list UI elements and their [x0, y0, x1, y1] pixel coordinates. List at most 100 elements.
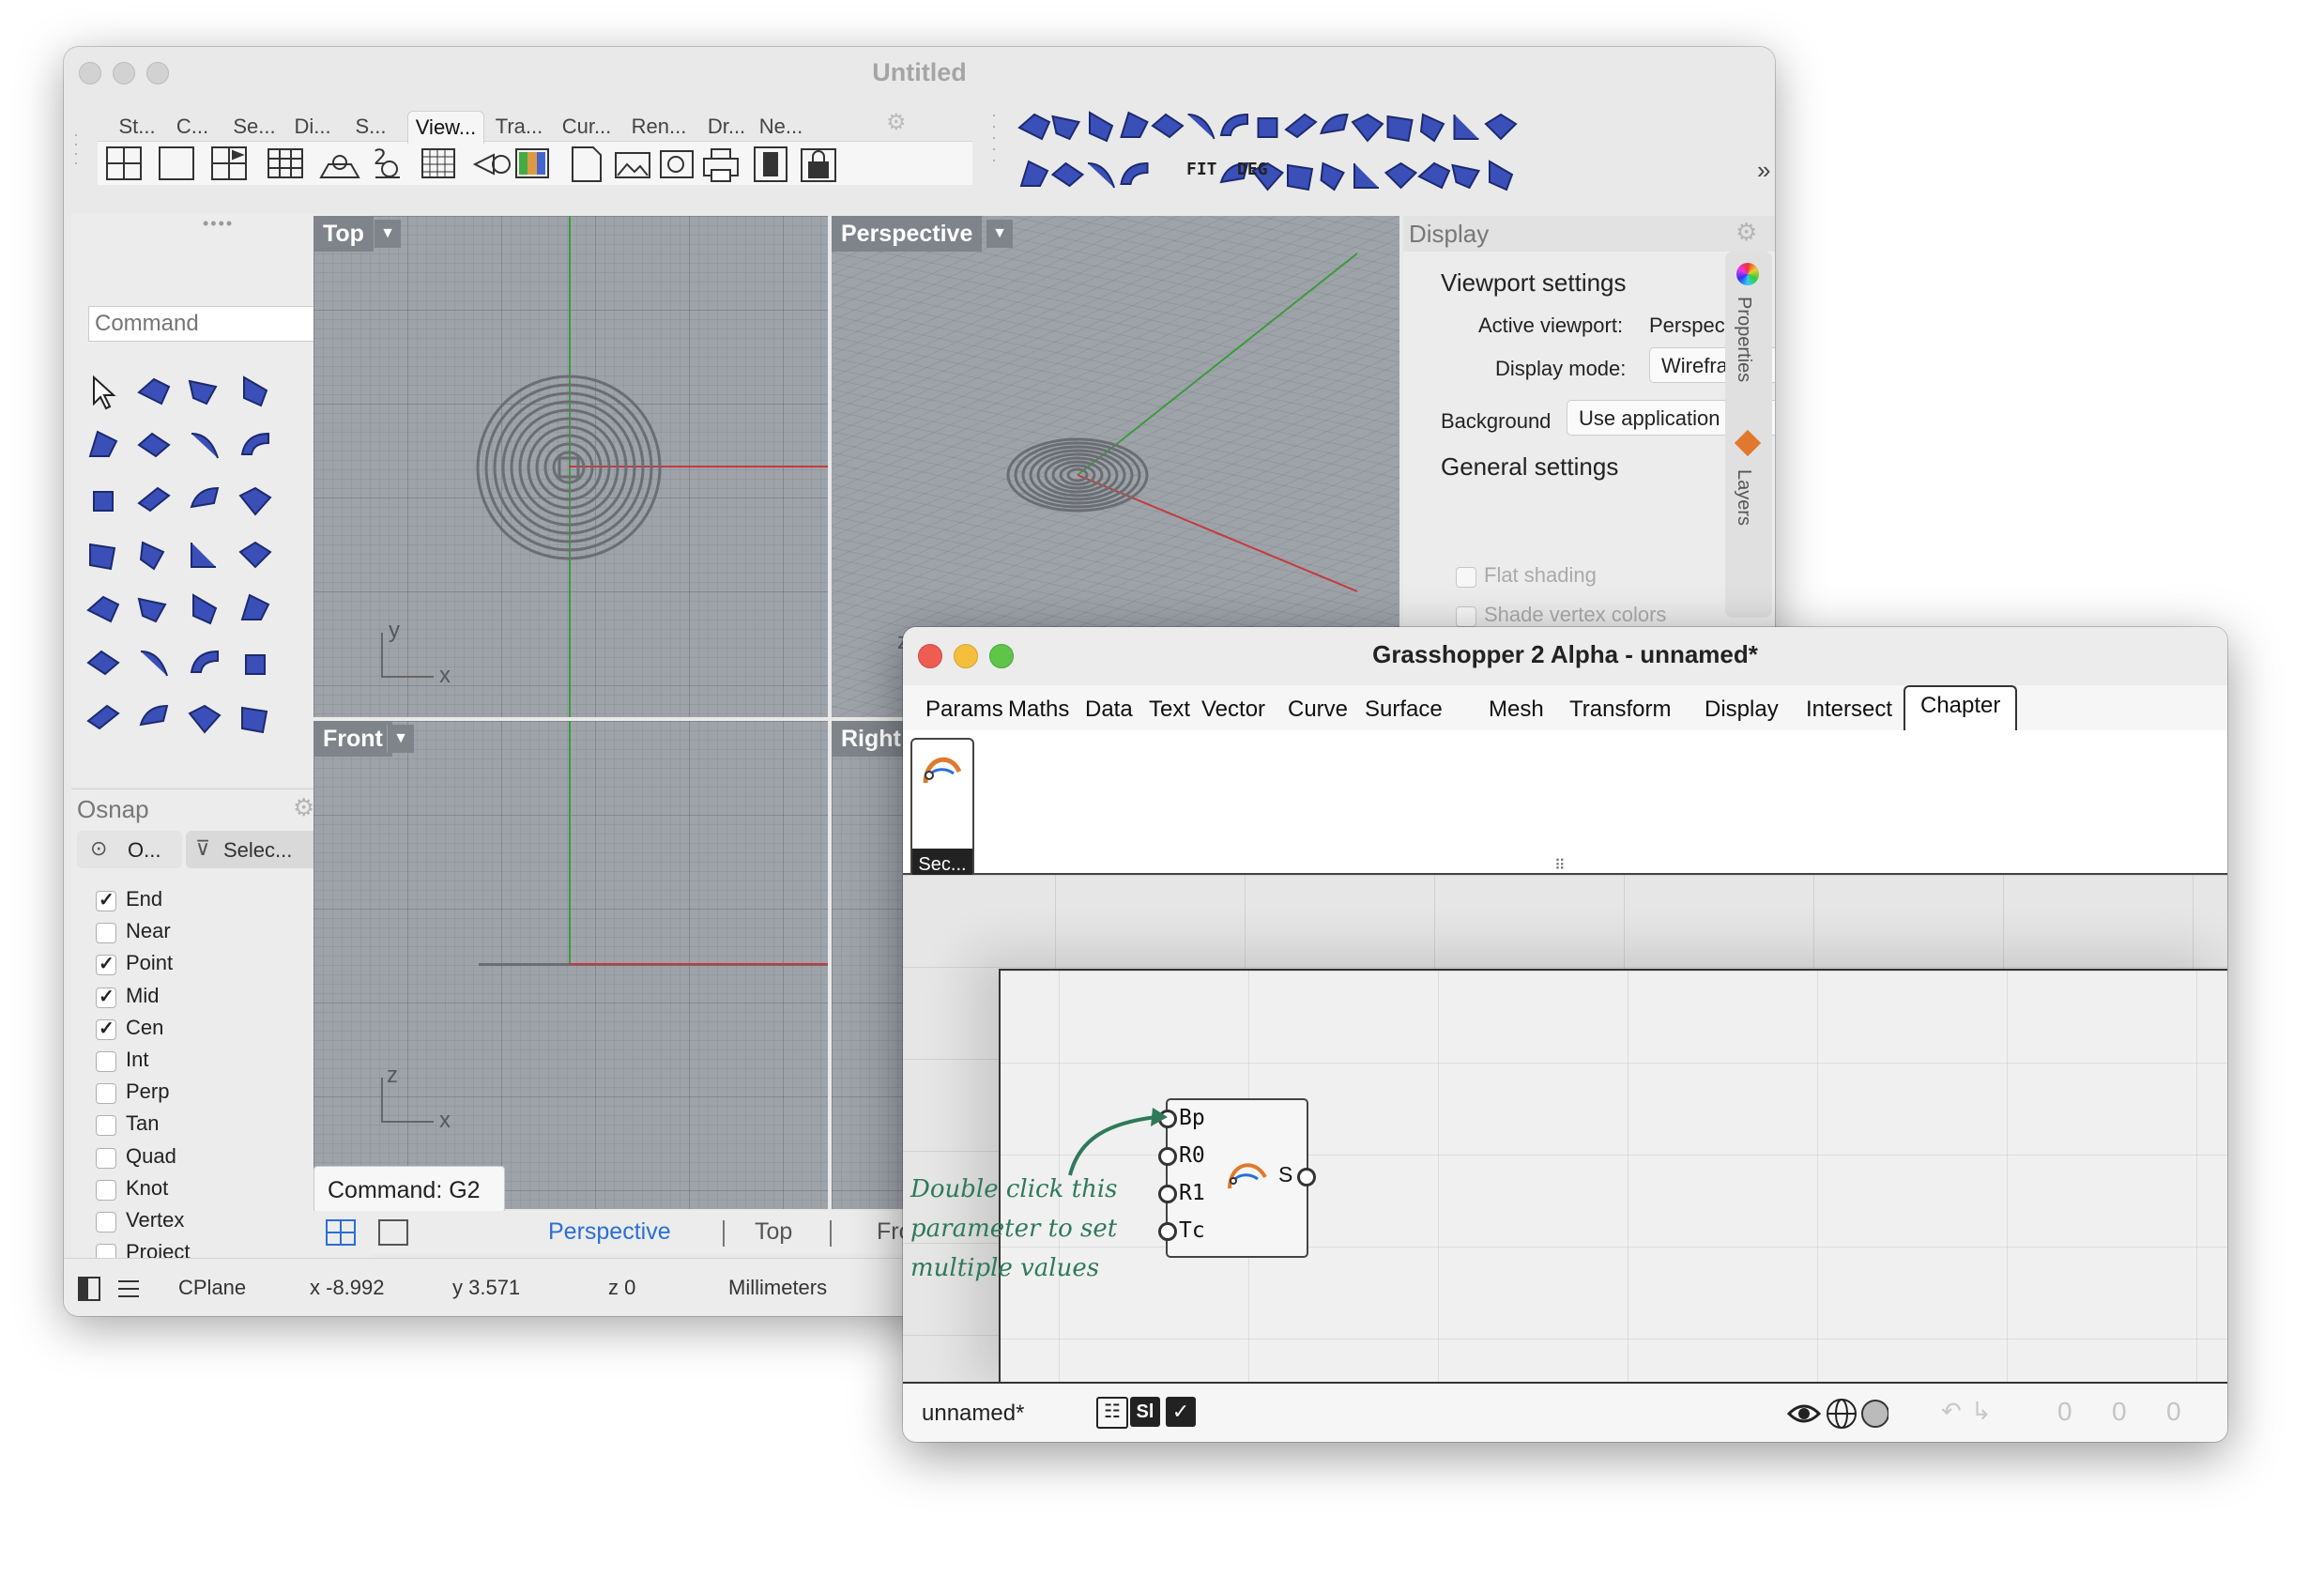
- toolbar-tab-6[interactable]: Tra...: [494, 111, 544, 143]
- osnap-checkbox-tan[interactable]: [96, 1115, 116, 1137]
- sliders-icon[interactable]: ☷: [1096, 1397, 1128, 1429]
- input-param-tc[interactable]: Tc: [1179, 1218, 1205, 1243]
- osnap-checkbox-knot[interactable]: [96, 1179, 116, 1201]
- toolbar-tab-7[interactable]: Cur...: [552, 111, 621, 143]
- viewport-top-dropdown-icon[interactable]: ▼: [374, 220, 401, 248]
- transform-tool-icon-4: [1050, 161, 1085, 188]
- angle-deg-icon[interactable]: DEG: [1237, 160, 1268, 179]
- toolbar-tab-2[interactable]: Se...: [225, 111, 283, 143]
- osnap-tab-selection[interactable]: ⊽ Selec...: [186, 831, 327, 868]
- viewport-top-label[interactable]: Top: [313, 216, 374, 252]
- view-tab-top[interactable]: Top: [755, 1218, 792, 1246]
- osnap-checkbox-cen[interactable]: [96, 1017, 116, 1040]
- osnap-tab-object[interactable]: ⊙ O...: [77, 831, 182, 868]
- toolbar-tab-4[interactable]: S...: [342, 111, 400, 143]
- output-grip-s[interactable]: [1297, 1168, 1316, 1187]
- undo-icon[interactable]: ↶: [1941, 1397, 1962, 1426]
- output-param-s[interactable]: S: [1278, 1162, 1292, 1187]
- osnap-checkbox-mid[interactable]: [96, 985, 116, 1008]
- gh-menu-curve[interactable]: Curve: [1288, 689, 1348, 730]
- redo-icon[interactable]: ↳: [1971, 1397, 1992, 1426]
- input-param-r1[interactable]: R1: [1179, 1181, 1205, 1205]
- display-option-label-1: Shade vertex colors: [1484, 603, 1667, 626]
- camera-lens-icon: [472, 153, 511, 176]
- ribbon-resize-grip-icon[interactable]: ⠿: [1554, 856, 1567, 875]
- gh-status-bar: unnamed* ☷ Sl ✓ ↶ ↳ 0 0 0: [903, 1382, 2227, 1442]
- gh-menu-display[interactable]: Display: [1705, 689, 1779, 730]
- component-tile-section[interactable]: Sec...: [910, 738, 974, 882]
- viewport-front[interactable]: z x Front ▼: [313, 721, 828, 1209]
- viewport-perspective-dropdown-icon[interactable]: ▼: [986, 220, 1013, 248]
- transform-tool-icon-25: [188, 704, 222, 734]
- osnap-gear-icon[interactable]: ⚙: [293, 793, 314, 822]
- counter-3: 0: [2166, 1397, 2181, 1426]
- osnap-checkbox-vertex[interactable]: [96, 1212, 116, 1233]
- spiral-curves: [476, 375, 662, 560]
- gh-menu-data[interactable]: Data: [1085, 689, 1133, 730]
- osnap-checkbox-int[interactable]: [96, 1051, 116, 1072]
- input-grip-r1[interactable]: [1158, 1185, 1177, 1203]
- osnap-checkbox-perp[interactable]: [96, 1083, 116, 1105]
- display-gear-icon[interactable]: ⚙: [1735, 218, 1757, 247]
- display-option-checkbox-0[interactable]: [1456, 567, 1476, 588]
- viewport-front-label[interactable]: Front: [313, 721, 392, 757]
- input-grip-tc[interactable]: [1158, 1222, 1177, 1241]
- gh-canvas[interactable]: Bp R0 R1 Tc S Double click this paramete: [903, 875, 2227, 1382]
- osnap-label-cen: Cen: [126, 1015, 164, 1039]
- panel-grip-icon[interactable]: ••••: [203, 214, 234, 234]
- transform-tool-icon-5: [1187, 114, 1216, 140]
- viewport-front-dropdown-icon[interactable]: ▼: [387, 725, 414, 753]
- svg-text:2: 2: [374, 146, 387, 170]
- layers-tab[interactable]: Layers: [1733, 469, 1754, 526]
- properties-tab[interactable]: Properties: [1733, 297, 1754, 382]
- check-icon[interactable]: ✓: [1166, 1397, 1196, 1427]
- toolbar-tab-10[interactable]: Ne...: [758, 111, 803, 143]
- section-component-node[interactable]: Bp R0 R1 Tc S: [1166, 1098, 1308, 1258]
- tabs-gear-icon[interactable]: ⚙: [886, 109, 907, 136]
- viewport-right-label[interactable]: Right: [832, 721, 910, 757]
- transform-tool-icon-15: [1417, 161, 1451, 190]
- osnap-checkbox-end[interactable]: [96, 888, 116, 911]
- toolbar-tab-9[interactable]: Dr...: [700, 111, 753, 143]
- sl-button[interactable]: Sl: [1130, 1397, 1160, 1427]
- view-tab-perspective[interactable]: Perspective: [548, 1218, 671, 1246]
- toolbar-tab-1[interactable]: C...: [165, 111, 220, 143]
- zoom-extents-fit-icon[interactable]: FIT: [1186, 160, 1217, 179]
- toolbar-tab-0[interactable]: St...: [113, 111, 161, 143]
- gh-menu-chapter[interactable]: Chapter: [1904, 685, 2018, 730]
- gh-menu-params[interactable]: Params: [925, 689, 1003, 730]
- osnap-label-mid: Mid: [126, 983, 160, 1007]
- osnap-checkbox-near[interactable]: [96, 923, 116, 944]
- display-mode-label: Display mode:: [1495, 357, 1627, 380]
- transform-tool-icon-4: [137, 432, 171, 458]
- side-tab-strip: Properties Layers: [1725, 252, 1772, 618]
- toolbar-tab-5[interactable]: View...: [407, 111, 484, 144]
- viewport-perspective-label[interactable]: Perspective: [832, 216, 983, 252]
- render-color-icon: [515, 148, 549, 178]
- more-tools-icon[interactable]: »: [1757, 156, 1770, 185]
- transform-tool-icon-4: [1151, 113, 1185, 139]
- toolbar-tab-3[interactable]: Di...: [287, 111, 338, 143]
- gh-menu-surface[interactable]: Surface: [1365, 689, 1443, 730]
- list-icon: [118, 1280, 139, 1297]
- annotation-line-3: multiple values: [910, 1254, 1100, 1282]
- gh-menu-maths[interactable]: Maths: [1008, 689, 1069, 730]
- gh-menu-transform[interactable]: Transform: [1569, 689, 1671, 730]
- osnap-checkbox-point[interactable]: [96, 952, 116, 976]
- gh-menu-intersect[interactable]: Intersect: [1806, 689, 1892, 730]
- input-param-bp[interactable]: Bp: [1179, 1106, 1205, 1130]
- gh-menu-vector[interactable]: Vector: [1201, 689, 1265, 730]
- units-label[interactable]: Millimeters: [728, 1276, 827, 1300]
- gh-menu-mesh[interactable]: Mesh: [1489, 689, 1544, 730]
- toolbar-tab-8[interactable]: Ren...: [627, 111, 691, 143]
- input-param-r0[interactable]: R0: [1179, 1143, 1205, 1168]
- command-input[interactable]: [88, 306, 347, 342]
- viewport-top[interactable]: y x Top ▼: [313, 216, 828, 717]
- display-option-checkbox-1[interactable]: [1456, 606, 1476, 627]
- toolbar-grip-right-icon[interactable]: · · · · ·: [991, 106, 1002, 203]
- toolbar-grip-icon[interactable]: · · · ·: [73, 126, 79, 205]
- osnap-checkbox-quad[interactable]: [96, 1147, 116, 1169]
- coord-x: x -8.992: [310, 1276, 385, 1299]
- gh-menu-text[interactable]: Text: [1149, 689, 1190, 730]
- cplane-label[interactable]: CPlane: [178, 1276, 246, 1300]
